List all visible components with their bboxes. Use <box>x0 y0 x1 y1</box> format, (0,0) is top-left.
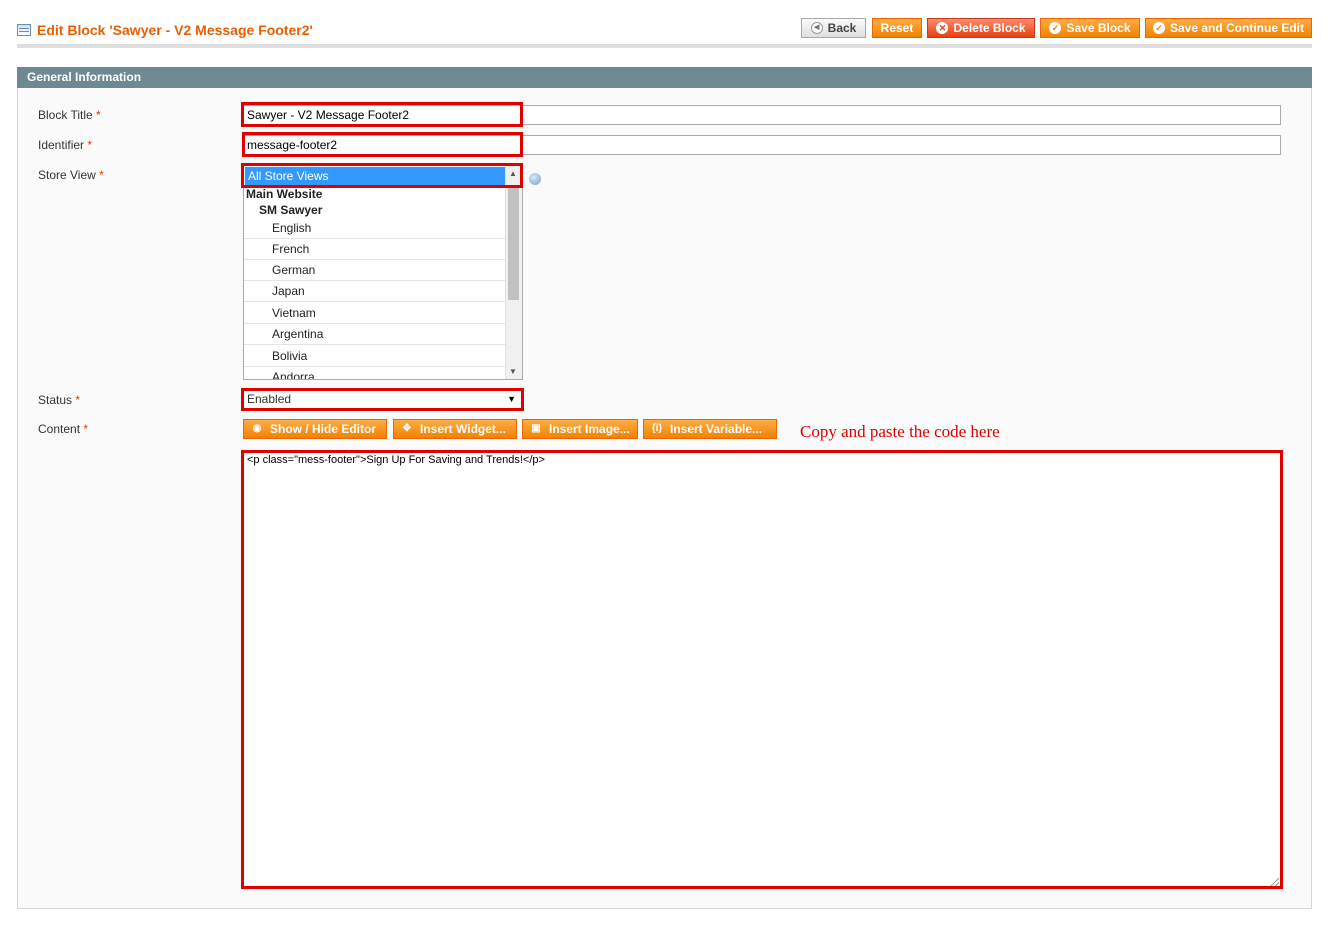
resize-grip-icon[interactable] <box>1270 877 1279 886</box>
store-view-scrollbar[interactable]: ▲ ▼ <box>505 166 522 379</box>
content-label: Content * <box>38 422 89 436</box>
delete-block-button[interactable]: ✕ Delete Block <box>927 18 1035 38</box>
header-divider <box>17 44 1312 48</box>
status-label: Status * <box>38 393 81 407</box>
reset-button[interactable]: Reset <box>872 18 922 38</box>
eye-icon: ◉ <box>252 423 262 434</box>
store-view-multiselect[interactable]: All Store Views Main Website SM Sawyer E… <box>243 165 523 380</box>
widget-icon: ✥ <box>402 423 412 434</box>
store-view-option[interactable]: Vietnam <box>244 303 506 324</box>
checkmark-icon: ✓ <box>1049 22 1062 34</box>
store-view-option[interactable]: Argentina <box>244 324 506 345</box>
insert-image-button[interactable]: ▣ Insert Image... <box>522 419 638 439</box>
store-group-website: Main Website <box>246 187 323 201</box>
content-textarea[interactable]: <p class="mess-footer">Sign Up For Savin… <box>243 451 1281 888</box>
block-title-input[interactable] <box>243 105 1281 125</box>
store-view-label: Store View * <box>38 168 104 182</box>
save-and-continue-button[interactable]: ✓ Save and Continue Edit <box>1145 18 1312 38</box>
cms-block-icon <box>17 24 31 36</box>
store-group-store: SM Sawyer <box>259 203 323 217</box>
save-block-button[interactable]: ✓ Save Block <box>1040 18 1140 38</box>
delete-icon: ✕ <box>936 22 949 34</box>
checkmark-icon: ✓ <box>1153 22 1165 34</box>
annotation-text: Copy and paste the code here <box>800 422 1000 441</box>
insert-variable-button[interactable]: {i} Insert Variable... <box>643 419 777 439</box>
back-button[interactable]: ◀ Back <box>801 18 866 38</box>
store-view-option[interactable]: German <box>244 260 506 281</box>
store-view-option[interactable]: Andorra <box>244 367 506 379</box>
scroll-up-icon[interactable]: ▲ <box>509 169 517 178</box>
scroll-down-icon[interactable]: ▼ <box>509 367 517 376</box>
image-icon: ▣ <box>531 423 541 434</box>
insert-widget-button[interactable]: ✥ Insert Widget... <box>393 419 517 439</box>
identifier-label: Identifier * <box>38 138 93 152</box>
store-view-option[interactable]: French <box>244 239 506 260</box>
store-view-option[interactable]: Japan <box>244 281 506 302</box>
section-header: General Information <box>17 67 1312 88</box>
help-icon[interactable] <box>529 173 541 185</box>
store-view-option[interactable]: Bolivia <box>244 346 506 367</box>
back-arrow-icon: ◀ <box>810 22 823 34</box>
status-select[interactable]: Enabled ▼ <box>243 390 523 409</box>
identifier-input[interactable] <box>243 135 1281 155</box>
block-title-label: Block Title * <box>38 108 101 122</box>
chevron-down-icon: ▼ <box>507 394 516 404</box>
variable-icon: {i} <box>651 423 663 434</box>
store-view-option-all[interactable]: All Store Views <box>245 167 505 186</box>
scrollbar-thumb[interactable] <box>508 186 519 300</box>
show-hide-editor-button[interactable]: ◉ Show / Hide Editor <box>243 419 387 439</box>
page-title: Edit Block 'Sawyer - V2 Message Footer2' <box>17 22 313 38</box>
store-view-option[interactable]: English <box>244 218 506 239</box>
page-title-text: Edit Block 'Sawyer - V2 Message Footer2' <box>37 22 313 38</box>
